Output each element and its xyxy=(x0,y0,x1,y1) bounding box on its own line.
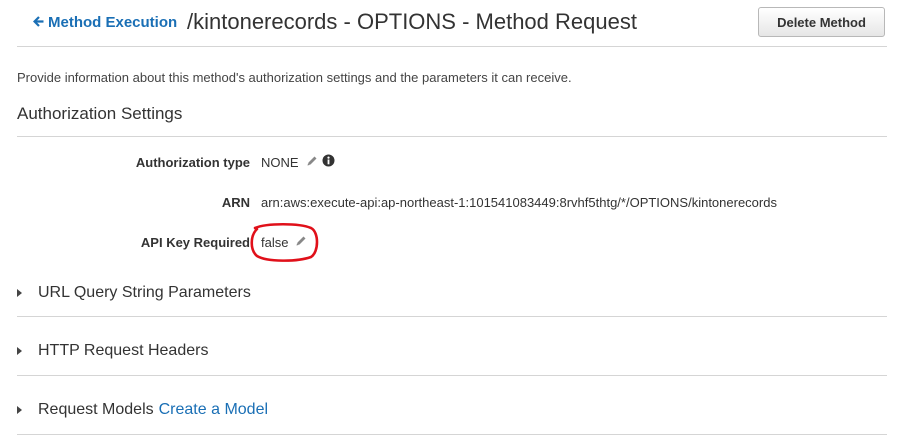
caret-right-icon xyxy=(17,406,22,414)
url-query-string-parameters-label: URL Query String Parameters xyxy=(38,284,251,301)
annotation-circle xyxy=(250,222,319,262)
caret-right-icon xyxy=(17,347,22,355)
authorization-type-value-row: NONE xyxy=(261,154,335,170)
divider xyxy=(17,46,887,47)
request-models-toggle[interactable]: Request Models Create a Model xyxy=(17,401,268,419)
authorization-type-label: Authorization type xyxy=(135,155,250,170)
api-key-required-label: API Key Required xyxy=(140,235,250,250)
pencil-icon[interactable] xyxy=(306,155,318,170)
http-request-headers-toggle[interactable]: HTTP Request Headers xyxy=(17,342,208,360)
create-a-model-link[interactable]: Create a Model xyxy=(159,401,268,419)
url-query-string-parameters-toggle[interactable]: URL Query String Parameters xyxy=(17,284,251,302)
arn-value: arn:aws:execute-api:ap-northeast-1:10154… xyxy=(261,195,777,210)
page-description: Provide information about this method's … xyxy=(17,70,572,85)
http-request-headers-label: HTTP Request Headers xyxy=(38,342,209,359)
method-execution-label: Method Execution xyxy=(48,14,178,31)
authorization-settings-heading: Authorization Settings xyxy=(17,104,183,123)
authorization-type-value: NONE xyxy=(261,154,299,170)
divider xyxy=(17,375,887,376)
method-execution-link[interactable]: Method Execution xyxy=(32,14,178,31)
request-models-label: Request Models xyxy=(38,401,154,418)
info-icon[interactable] xyxy=(322,154,335,170)
page-title: /kintonerecords - OPTIONS - Method Reque… xyxy=(187,9,637,34)
arrow-left-icon xyxy=(32,14,44,31)
divider xyxy=(17,316,887,317)
arn-label: ARN xyxy=(221,195,250,210)
caret-right-icon xyxy=(17,289,22,297)
delete-method-button[interactable]: Delete Method xyxy=(758,7,885,37)
divider xyxy=(17,136,887,137)
divider xyxy=(17,434,887,435)
